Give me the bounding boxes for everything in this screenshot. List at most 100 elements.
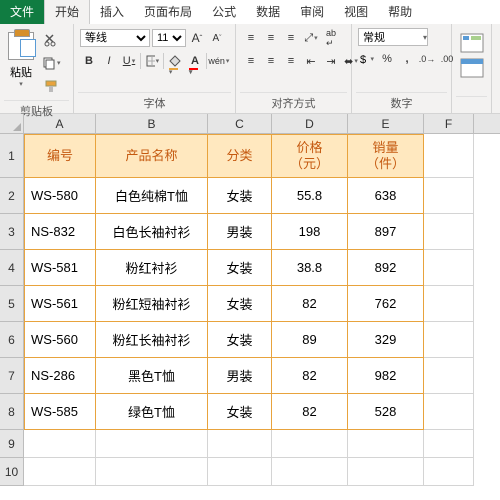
tab-formula[interactable]: 公式	[202, 0, 246, 24]
cell-id[interactable]: WS-580	[24, 178, 96, 214]
fill-color-button[interactable]	[166, 51, 184, 71]
tab-review[interactable]: 审阅	[290, 0, 334, 24]
row-header[interactable]: 3	[0, 214, 24, 250]
italic-button[interactable]: I	[100, 51, 118, 71]
row-header[interactable]: 6	[0, 322, 24, 358]
font-size-select[interactable]: 11	[152, 29, 186, 47]
cell-id[interactable]: WS-585	[24, 394, 96, 430]
cell[interactable]	[424, 214, 474, 250]
cell-name[interactable]: 黑色T恤	[96, 358, 208, 394]
tab-insert[interactable]: 插入	[90, 0, 134, 24]
cell-qty[interactable]: 892	[348, 250, 424, 286]
orientation-button[interactable]: ⤢	[302, 28, 320, 48]
number-format-select[interactable]: 常规▾	[358, 28, 428, 46]
wrap-text-button[interactable]: ab↵	[322, 28, 340, 48]
cell[interactable]	[96, 458, 208, 486]
cell[interactable]	[96, 430, 208, 458]
cell-id[interactable]: WS-561	[24, 286, 96, 322]
accounting-format-button[interactable]: $	[358, 49, 376, 69]
hdr-price[interactable]: 价格（元）	[272, 134, 348, 178]
col-header-E[interactable]: E	[348, 114, 424, 133]
col-header-F[interactable]: F	[424, 114, 474, 133]
cell[interactable]	[348, 458, 424, 486]
cell[interactable]	[424, 250, 474, 286]
cell-cat[interactable]: 女装	[208, 394, 272, 430]
cell-id[interactable]: NS-832	[24, 214, 96, 250]
cell-qty[interactable]: 528	[348, 394, 424, 430]
cell-cat[interactable]: 女装	[208, 250, 272, 286]
percent-button[interactable]: %	[378, 49, 396, 69]
cell-cat[interactable]: 男装	[208, 214, 272, 250]
format-table-icon[interactable]	[459, 57, 485, 79]
row-header[interactable]: 9	[0, 430, 24, 458]
border-button[interactable]	[143, 51, 161, 71]
cell-qty[interactable]: 638	[348, 178, 424, 214]
cell-id[interactable]: WS-581	[24, 250, 96, 286]
align-left-button[interactable]: ≡	[242, 51, 260, 71]
tab-home[interactable]: 开始	[44, 0, 90, 24]
row-header[interactable]: 8	[0, 394, 24, 430]
row-header[interactable]: 2	[0, 178, 24, 214]
cell[interactable]	[272, 430, 348, 458]
cell-price[interactable]: 82	[272, 394, 348, 430]
conditional-format-icon[interactable]	[459, 32, 485, 54]
cell[interactable]	[348, 430, 424, 458]
align-bottom-button[interactable]: ≡	[282, 28, 300, 48]
cell-cat[interactable]: 男装	[208, 358, 272, 394]
cell-name[interactable]: 粉红衬衫	[96, 250, 208, 286]
cut-button[interactable]	[42, 30, 60, 50]
tab-file[interactable]: 文件	[0, 0, 44, 24]
align-center-button[interactable]: ≡	[262, 51, 280, 71]
comma-button[interactable]: ,	[398, 49, 416, 69]
format-painter-button[interactable]	[42, 76, 60, 96]
underline-button[interactable]: U	[120, 51, 138, 71]
cell-cat[interactable]: 女装	[208, 322, 272, 358]
cell-id[interactable]: WS-560	[24, 322, 96, 358]
cell-id[interactable]: NS-286	[24, 358, 96, 394]
col-header-B[interactable]: B	[96, 114, 208, 133]
cell-qty[interactable]: 982	[348, 358, 424, 394]
cell-name[interactable]: 白色长袖衬衫	[96, 214, 208, 250]
hdr-id[interactable]: 编号	[24, 134, 96, 178]
cell[interactable]	[208, 458, 272, 486]
font-family-select[interactable]: 等线	[80, 29, 150, 47]
col-header-D[interactable]: D	[272, 114, 348, 133]
cell-name[interactable]: 白色纯棉T恤	[96, 178, 208, 214]
tab-layout[interactable]: 页面布局	[134, 0, 202, 24]
cell[interactable]	[272, 458, 348, 486]
col-header-A[interactable]: A	[24, 114, 96, 133]
cell[interactable]	[424, 458, 474, 486]
row-header[interactable]: 7	[0, 358, 24, 394]
copy-button[interactable]	[40, 53, 63, 73]
col-header-C[interactable]: C	[208, 114, 272, 133]
font-color-button[interactable]: A	[186, 51, 204, 71]
phonetic-button[interactable]: wén	[209, 51, 229, 71]
bold-button[interactable]: B	[80, 51, 98, 71]
cell-price[interactable]: 55.8	[272, 178, 348, 214]
cell-qty[interactable]: 897	[348, 214, 424, 250]
cell-qty[interactable]: 762	[348, 286, 424, 322]
hdr-qty[interactable]: 销量（件）	[348, 134, 424, 178]
cell[interactable]	[24, 430, 96, 458]
shrink-font-button[interactable]: Aˇ	[208, 28, 226, 48]
cell[interactable]	[424, 358, 474, 394]
cell-name[interactable]: 粉红短袖衬衫	[96, 286, 208, 322]
hdr-cat[interactable]: 分类	[208, 134, 272, 178]
cell-price[interactable]: 89	[272, 322, 348, 358]
cell[interactable]	[424, 430, 474, 458]
indent-decrease-button[interactable]: ⇤	[302, 51, 320, 71]
cell-cat[interactable]: 女装	[208, 286, 272, 322]
paste-button[interactable]: 粘贴 ▾	[6, 28, 36, 88]
cell[interactable]	[208, 430, 272, 458]
cell[interactable]	[424, 178, 474, 214]
select-all-corner[interactable]	[0, 114, 24, 133]
grow-font-button[interactable]: Aˆ	[188, 28, 206, 48]
tab-view[interactable]: 视图	[334, 0, 378, 24]
indent-increase-button[interactable]: ⇥	[322, 51, 340, 71]
align-right-button[interactable]: ≡	[282, 51, 300, 71]
cell-qty[interactable]: 329	[348, 322, 424, 358]
cell[interactable]	[424, 394, 474, 430]
cell-price[interactable]: 38.8	[272, 250, 348, 286]
cell-price[interactable]: 82	[272, 286, 348, 322]
cell[interactable]	[424, 322, 474, 358]
